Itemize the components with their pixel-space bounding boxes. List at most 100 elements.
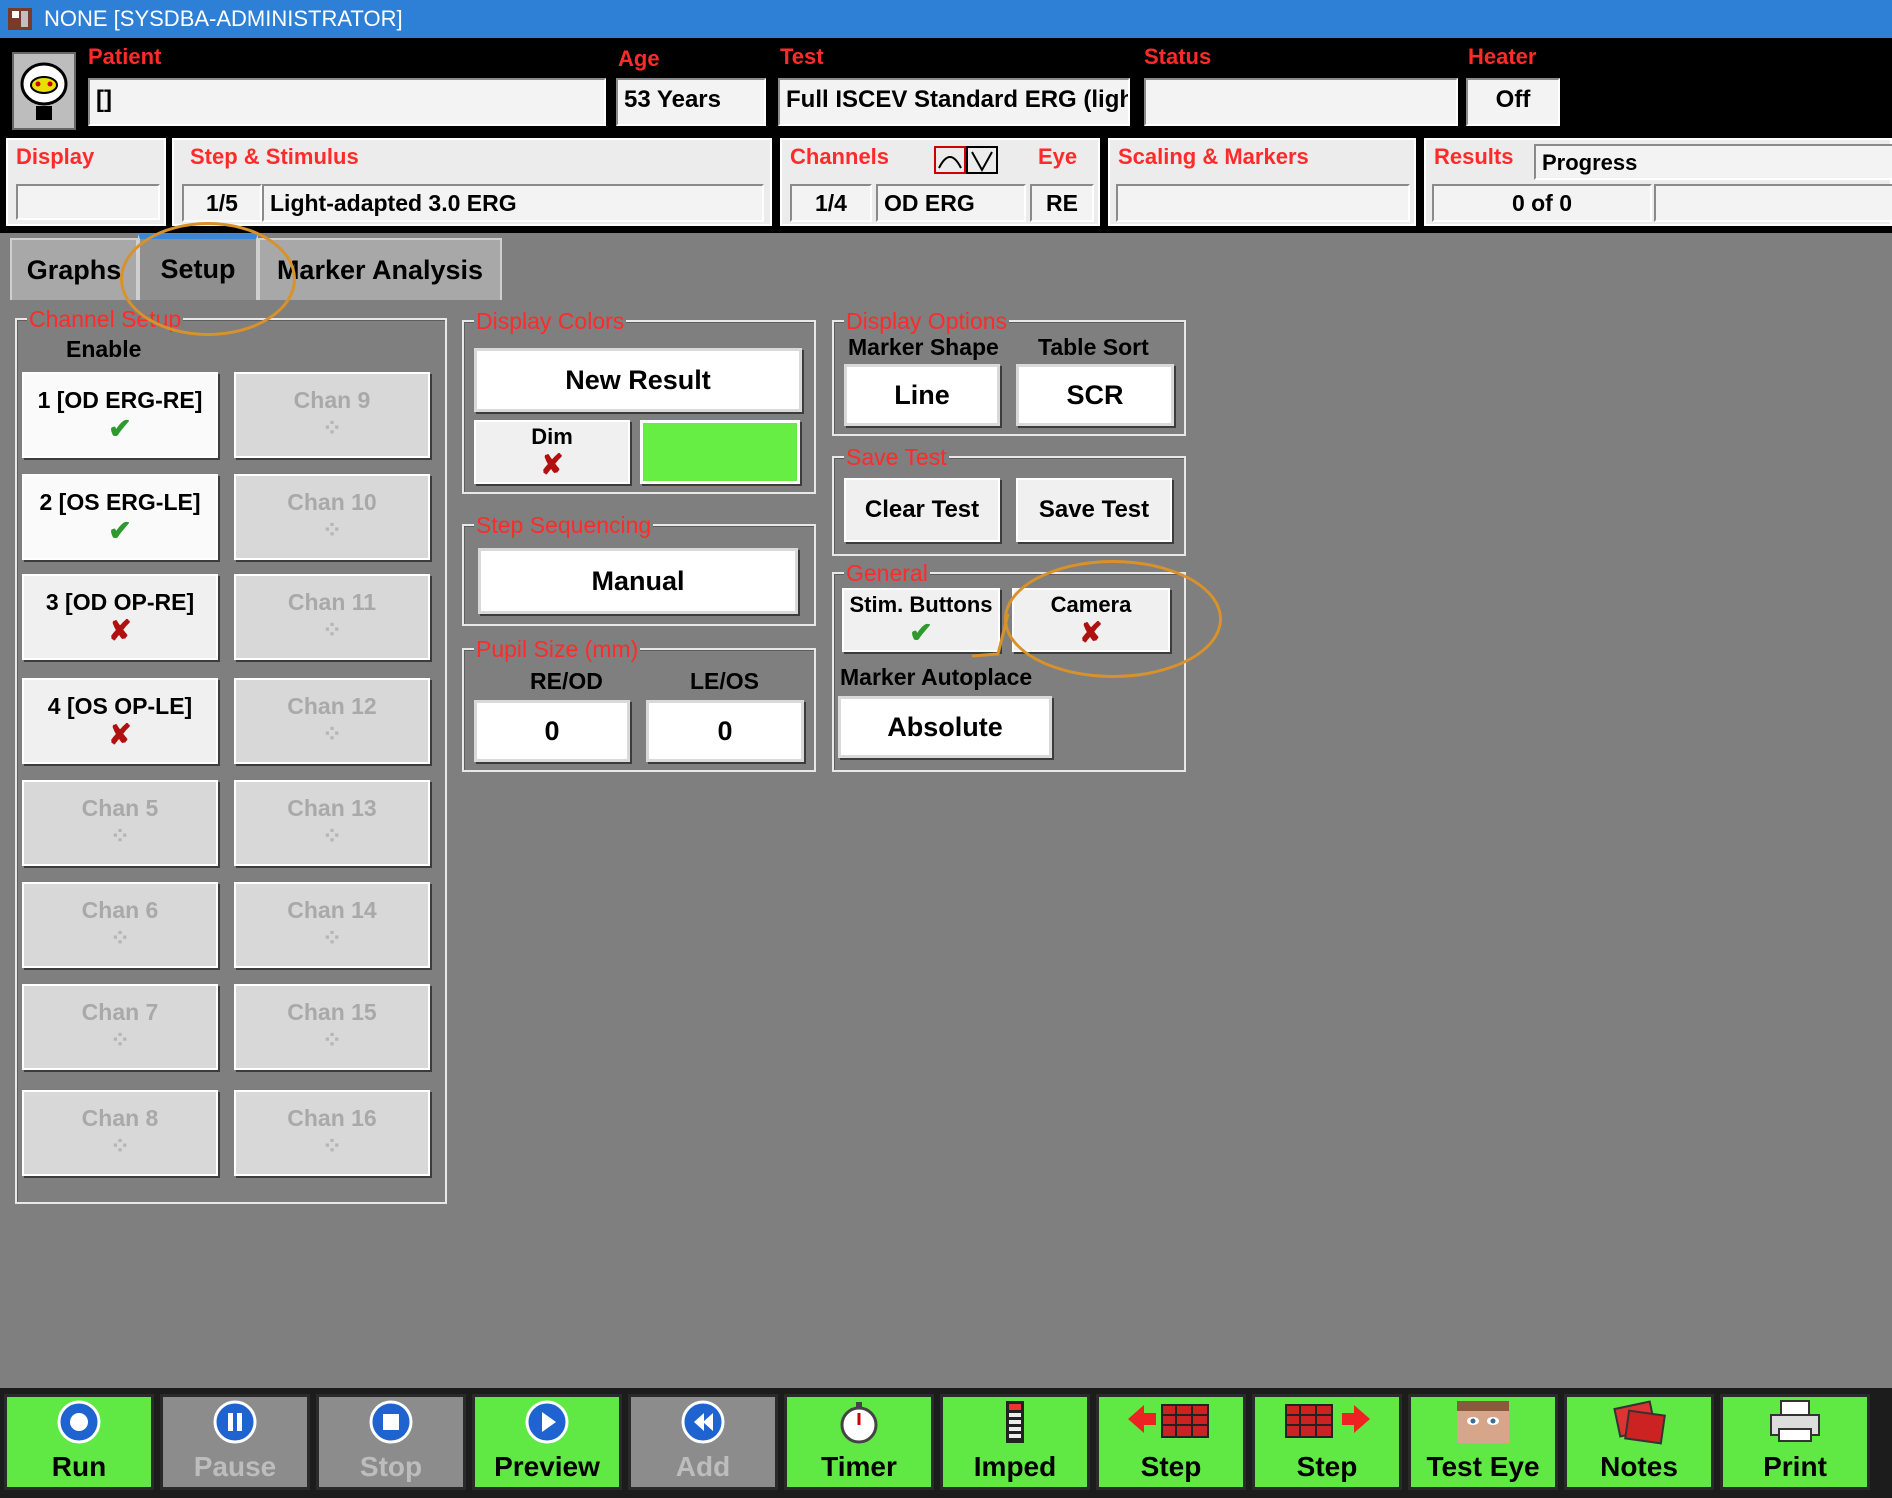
toolbar-button-notes-11[interactable]: Notes (1564, 1394, 1714, 1490)
channel-button-left-4[interactable]: 4 [OS OP-LE] ✘ (22, 678, 218, 764)
channel-button-left-5[interactable]: Chan 5 ⁘ (22, 780, 218, 866)
channel-label: 4 [OS OP-LE] (47, 692, 193, 719)
disabled-dots-icon: ⁘ (321, 1132, 343, 1160)
disabled-dots-icon: ⁘ (321, 822, 343, 850)
progress-field: Progress (1534, 144, 1892, 180)
channel-label: Chan 12 (287, 692, 377, 719)
disabled-dots-icon: ⁘ (321, 1026, 343, 1054)
logo-icon (12, 52, 76, 130)
cross-icon: ✘ (540, 449, 564, 480)
marker-autoplace-button[interactable]: Absolute (838, 696, 1052, 758)
scaling-markers-panel: Scaling & Markers (1108, 138, 1416, 226)
channel-label: Chan 10 (287, 488, 377, 515)
disabled-dots-icon: ⁘ (109, 1132, 131, 1160)
tab-marker-analysis[interactable]: Marker Analysis (258, 238, 502, 300)
toolbar-label: Stop (359, 1451, 423, 1482)
channel-label: 2 [OS ERG-LE] (39, 488, 201, 515)
display-panel: Display (6, 138, 166, 226)
toolbar-label: Pause (193, 1451, 277, 1482)
dim-toggle[interactable]: Dim ✘ (474, 420, 630, 484)
heater-label: Heater (1468, 44, 1537, 69)
channel-field[interactable]: OD ERG (876, 184, 1026, 222)
window-title: NONE [SYSDBA-ADMINISTRATOR] (44, 6, 403, 31)
table-sort-button[interactable]: SCR (1016, 364, 1174, 426)
results-extra-field (1654, 184, 1892, 222)
channel-button-right-5[interactable]: Chan 13 ⁘ (234, 780, 430, 866)
toolbar-button-print-12[interactable]: Print (1720, 1394, 1870, 1490)
test-field[interactable]: Full ISCEV Standard ERG (ligh (778, 78, 1130, 126)
patient-label: Patient (88, 44, 162, 69)
toolbar-label: Add (675, 1451, 731, 1482)
toolbar-button-run-1[interactable]: Run (4, 1394, 154, 1490)
toolbar-button-step-9[interactable]: Step (1252, 1394, 1402, 1490)
channel-button-right-6[interactable]: Chan 14 ⁘ (234, 882, 430, 968)
toolbar-label: Step (1296, 1451, 1358, 1482)
disabled-dots-icon: ⁘ (109, 822, 131, 850)
header-panel: Patient [] Age 53 Years Test Full ISCEV … (0, 38, 1892, 233)
disabled-dots-icon: ⁘ (321, 924, 343, 952)
step-stimulus-field[interactable]: Light-adapted 3.0 ERG (262, 184, 764, 222)
channel-button-left-6[interactable]: Chan 6 ⁘ (22, 882, 218, 968)
clear-test-button[interactable]: Clear Test (844, 478, 1000, 542)
channel-button-left-3[interactable]: 3 [OD OP-RE] ✘ (22, 574, 218, 660)
re-od-input[interactable]: 0 (474, 700, 630, 762)
toolbar-button-preview-4[interactable]: Preview (472, 1394, 622, 1490)
channel-label: Chan 14 (287, 896, 377, 923)
eye-field[interactable]: RE (1030, 184, 1094, 222)
channel-button-right-7[interactable]: Chan 15 ⁘ (234, 984, 430, 1070)
tab-graphs[interactable]: Graphs (10, 238, 138, 300)
channel-button-left-8[interactable]: Chan 8 ⁘ (22, 1090, 218, 1176)
camera-toggle[interactable]: Camera ✘ (1012, 588, 1170, 652)
toolbar-label: Timer (821, 1451, 897, 1482)
eye-label: Eye (1038, 144, 1078, 169)
save-test-title: Save Test (844, 444, 949, 471)
toolbar-label: Preview (494, 1451, 600, 1482)
step-stimulus-panel: Step & Stimulus 1/5 Light-adapted 3.0 ER… (172, 138, 772, 226)
toolbar-button-timer-6[interactable]: Timer (784, 1394, 934, 1490)
scaling-markers-label: Scaling & Markers (1118, 144, 1309, 169)
channel-button-right-8[interactable]: Chan 16 ⁘ (234, 1090, 430, 1176)
color-swatch[interactable] (640, 420, 800, 484)
toolbar-button-add-5[interactable]: Add (628, 1394, 778, 1490)
impedance-icon (992, 1399, 1038, 1445)
tab-setup[interactable]: Setup (138, 234, 258, 300)
toolbar-button-step-8[interactable]: Step (1096, 1394, 1246, 1490)
highlight-callout-tail (971, 613, 1010, 658)
heater-field[interactable]: Off (1466, 78, 1560, 126)
results-panel: Results Progress 0 of 0 (1424, 138, 1892, 226)
title-bar: NONE [SYSDBA-ADMINISTRATOR] (0, 0, 1892, 38)
toolbar-label: Notes (1600, 1451, 1678, 1482)
le-os-input[interactable]: 0 (646, 700, 804, 762)
disabled-dots-icon: ⁘ (321, 616, 343, 644)
toolbar-button-pause-2[interactable]: Pause (160, 1394, 310, 1490)
channel-button-right-3[interactable]: Chan 11 ⁘ (234, 574, 430, 660)
step-stimulus-label: Step & Stimulus (190, 144, 359, 169)
channel-button-left-1[interactable]: 1 [OD ERG-RE] ✔ (22, 372, 218, 458)
channel-button-left-2[interactable]: 2 [OS ERG-LE] ✔ (22, 474, 218, 560)
toolbar-label: Run (51, 1451, 107, 1482)
channel-button-right-2[interactable]: Chan 10 ⁘ (234, 474, 430, 560)
app-icon (8, 8, 32, 30)
save-test-button[interactable]: Save Test (1016, 478, 1172, 542)
waveform-toggle-icon[interactable] (934, 146, 998, 174)
toolbar-button-imped-7[interactable]: Imped (940, 1394, 1090, 1490)
new-result-button[interactable]: New Result (474, 348, 802, 412)
channel-button-left-7[interactable]: Chan 7 ⁘ (22, 984, 218, 1070)
toolbar-label: Step (1140, 1451, 1202, 1482)
channel-label: Chan 11 (287, 588, 377, 615)
step-sequencing-button[interactable]: Manual (478, 548, 798, 614)
table-sort-label: Table Sort (1038, 334, 1149, 360)
scaling-markers-field (1116, 184, 1410, 222)
general-title: General (844, 560, 930, 587)
toolbar-button-stop-3[interactable]: Stop (316, 1394, 466, 1490)
channels-panel: Channels Eye 1/4 OD ERG RE (780, 138, 1100, 226)
toolbar-button-test-eye-10[interactable]: Test Eye (1408, 1394, 1558, 1490)
channel-label: Chan 7 (81, 998, 159, 1025)
patient-field[interactable]: [] (88, 78, 606, 126)
status-label: Status (1144, 44, 1212, 69)
channel-setup-title: Channel Setup (27, 306, 184, 333)
channel-button-right-4[interactable]: Chan 12 ⁘ (234, 678, 430, 764)
marker-shape-button[interactable]: Line (844, 364, 1000, 426)
channel-button-right-1[interactable]: Chan 9 ⁘ (234, 372, 430, 458)
age-field[interactable]: 53 Years (616, 78, 766, 126)
